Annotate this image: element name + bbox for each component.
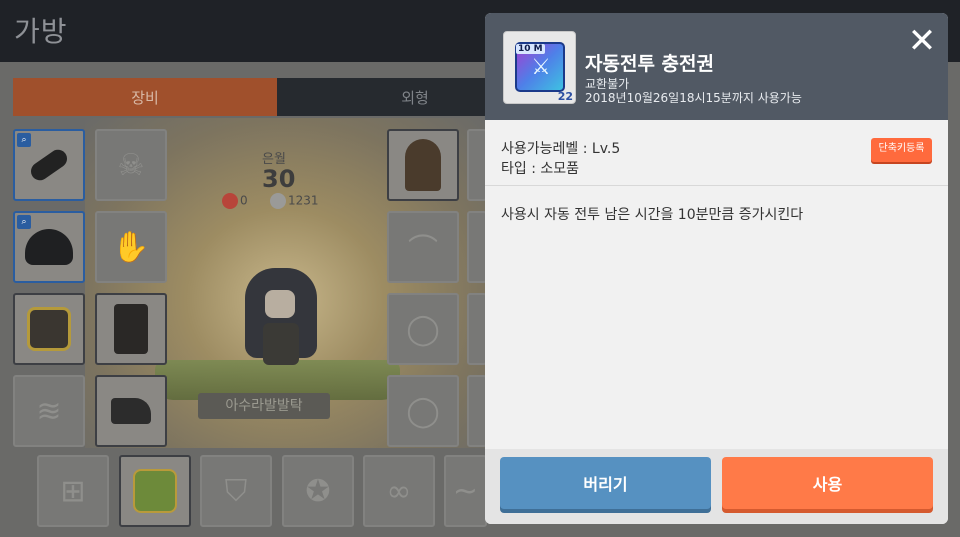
slot-edge-4	[467, 375, 487, 447]
character-name: 아수라발발탁	[198, 393, 330, 419]
skull-icon: ☠	[117, 147, 145, 183]
shield-icon: ⛉	[224, 473, 248, 509]
slot-ring-2[interactable]: ◯	[387, 375, 459, 447]
item-name: 자동전투 충전권	[585, 53, 714, 75]
glasses-icon: ∞	[386, 473, 412, 509]
slot-glasses[interactable]: ∞	[363, 455, 435, 527]
slot-pendant[interactable]: ⌒	[387, 211, 459, 283]
item-duration-badge: 10 M	[516, 44, 545, 54]
register-shortcut-button[interactable]: 단축키등록	[871, 138, 932, 162]
close-icon[interactable]: ✕	[905, 24, 939, 59]
slot-mustache[interactable]: ~	[444, 455, 487, 527]
slot-cape[interactable]: ≋	[13, 375, 85, 447]
crossed-swords-icon	[270, 193, 286, 209]
hat-icon	[25, 229, 73, 265]
eye-accessory-icon	[27, 146, 71, 184]
slot-ring-1[interactable]: ◯	[387, 293, 459, 365]
item-icon-frame: ⚔ 10 M 22	[503, 31, 576, 104]
item-description: 사용시 자동 전투 남은 시간을 10분만큼 증가시킨다	[501, 207, 804, 223]
slot-belt[interactable]: ⊞	[37, 455, 109, 527]
slot-edge-2	[467, 211, 487, 283]
star-badge-icon	[222, 193, 238, 209]
magnifier-icon: ⌕	[17, 215, 31, 229]
belt-icon: ⊞	[60, 473, 86, 509]
item-detail-popup: ⚔ 10 M 22 자동전투 충전권 교환불가 2018년10월26일18시15…	[485, 13, 948, 524]
robe-icon	[405, 139, 441, 191]
item-quantity: 22	[557, 90, 573, 103]
magnifier-icon: ⌕	[17, 133, 31, 147]
slot-medal[interactable]: ✪	[282, 455, 354, 527]
stat-b: 1231	[270, 193, 319, 209]
slot-hat[interactable]: ⌕	[13, 211, 85, 283]
boar-pet-icon	[133, 469, 177, 513]
stat-a: 0	[222, 193, 248, 209]
slot-face-accessory[interactable]: ⌕	[13, 129, 85, 201]
ring-icon: ◯	[406, 311, 440, 347]
use-button[interactable]: 사용	[722, 457, 933, 509]
slot-gloves[interactable]: ✋	[95, 211, 167, 283]
game-screen: 가방 장비 외형 은월 30 0 1231 아수라발발탁 ⌕ ☠ ⌕ ✋ ≋ ⌒	[0, 0, 960, 537]
cape-icon: ≋	[36, 393, 62, 429]
character-level: 30	[262, 165, 296, 193]
window-title: 가방	[14, 15, 68, 48]
armor-top-icon	[27, 307, 71, 351]
inventory-tabs: 장비 외형	[13, 78, 553, 116]
crossed-swords-icon: ⚔	[531, 55, 551, 80]
pants-icon	[114, 304, 148, 354]
slot-empty-1[interactable]: ☠	[95, 129, 167, 201]
popup-header: ⚔ 10 M 22 자동전투 충전권 교환불가 2018년10월26일18시15…	[485, 13, 948, 120]
item-type: 타입 : 소모품	[501, 161, 580, 177]
shoes-icon	[111, 398, 151, 424]
mustache-icon: ~	[452, 473, 479, 509]
slot-shoes[interactable]	[95, 375, 167, 447]
medal-icon: ✪	[305, 473, 331, 509]
slot-bottom[interactable]	[95, 293, 167, 365]
slot-robe[interactable]	[387, 129, 459, 201]
discard-button[interactable]: 버리기	[500, 457, 711, 509]
level-requirement: 사용가능레벨 : Lv.5	[501, 141, 621, 157]
character-sprite	[245, 268, 320, 366]
slot-pet[interactable]	[119, 455, 191, 527]
gloves-icon: ✋	[112, 229, 150, 265]
slot-edge-1	[467, 129, 487, 201]
ring-icon: ◯	[406, 393, 440, 429]
necklace-icon: ⌒	[408, 233, 438, 268]
slot-emblem[interactable]: ⛉	[200, 455, 272, 527]
expiry-date: 2018년10월26일18시15분까지 사용가능	[585, 91, 802, 105]
slot-top[interactable]	[13, 293, 85, 365]
slot-edge-3	[467, 293, 487, 365]
tab-equip[interactable]: 장비	[13, 78, 277, 116]
